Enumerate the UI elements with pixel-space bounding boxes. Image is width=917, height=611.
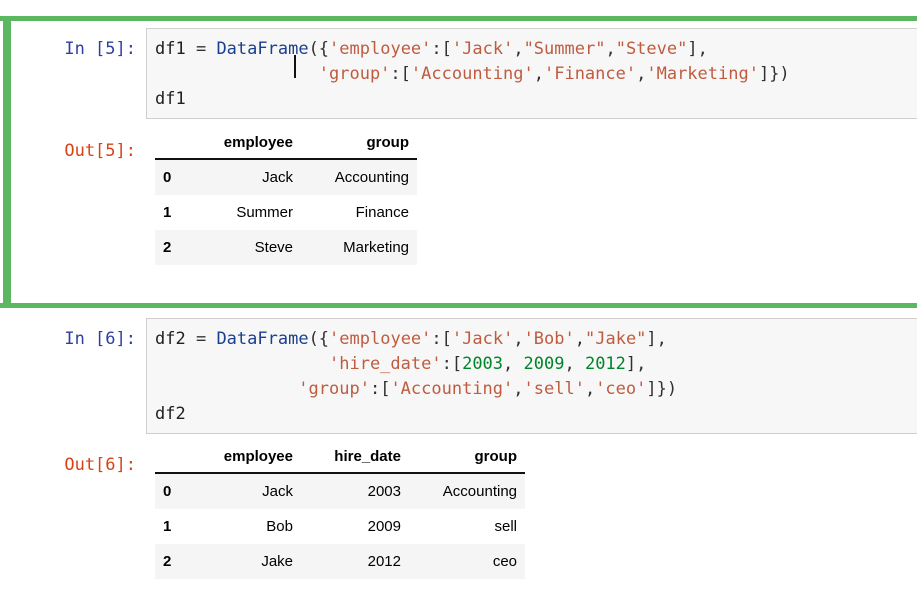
table-row: 0 Jack Accounting	[155, 159, 417, 195]
cell-employee: Bob	[266, 518, 293, 535]
cell-hire-date: 2009	[367, 518, 401, 535]
row-index: 0	[163, 483, 172, 500]
row-index: 1	[163, 518, 172, 535]
cell-hire-date: 2003	[367, 483, 401, 500]
table-header-row: employee group	[155, 130, 417, 160]
row-index: 1	[163, 204, 172, 221]
code-line-2: 'group':['Accounting','Finance','Marketi…	[318, 64, 790, 84]
column-header-group: group	[409, 444, 525, 474]
dataframe-head-1: employee group	[155, 130, 417, 160]
row-index: 2	[163, 239, 172, 256]
dataframe-table-1: employee group 0 Jack Accounting 1 Summe…	[155, 130, 417, 265]
column-header-hire-date: hire_date	[301, 444, 409, 474]
column-header-index	[155, 130, 193, 160]
column-header-employee: employee	[193, 444, 301, 474]
table-row: 1 Bob 2009 sell	[155, 509, 525, 544]
cell-group: Finance	[355, 204, 409, 221]
row-index: 0	[163, 169, 172, 186]
cell-group: sell	[494, 518, 517, 535]
column-header-index	[155, 444, 193, 474]
table-header-row: employee hire_date group	[155, 444, 525, 474]
cell-group: Accounting	[442, 483, 517, 500]
cell-employee: Steve	[254, 239, 293, 256]
input-prompt-cell-1: In [5]:	[64, 39, 136, 59]
code-editor-cell-1[interactable]: df1 = DataFrame({'employee':['Jack',"Sum…	[146, 28, 917, 119]
cell-group: Marketing	[343, 239, 409, 256]
code-line-3: df1	[155, 89, 186, 109]
cell-employee: Jack	[262, 483, 293, 500]
output-prompt-cell-2: Out[6]:	[64, 455, 136, 475]
dataframe-head-2: employee hire_date group	[155, 444, 525, 474]
code-line-1: df1 = DataFrame({'employee':['Jack',"Sum…	[155, 39, 708, 59]
cell-selected-bottom-border	[0, 303, 917, 308]
column-header-employee: employee	[193, 130, 301, 160]
cell-selected-left-bar	[3, 16, 11, 308]
table-row: 1 Summer Finance	[155, 195, 417, 230]
cell-employee: Summer	[236, 204, 293, 221]
table-row: 2 Jake 2012 ceo	[155, 544, 525, 579]
code-line-3: 'group':['Accounting','sell','ceo']})	[298, 379, 678, 399]
code-editor-cell-2[interactable]: df2 = DataFrame({'employee':['Jack','Bob…	[146, 318, 917, 434]
column-header-group: group	[301, 130, 417, 160]
notebook-canvas: In [5]: df1 = DataFrame({'employee':['Ja…	[0, 0, 917, 611]
output-prompt-cell-1: Out[5]:	[64, 141, 136, 161]
code-line-2: 'hire_date':[2003, 2009, 2012],	[329, 354, 647, 374]
code-line-1: df2 = DataFrame({'employee':['Jack','Bob…	[155, 329, 667, 349]
table-row: 0 Jack 2003 Accounting	[155, 473, 525, 509]
dataframe-table-2: employee hire_date group 0 Jack 2003 Acc…	[155, 444, 525, 579]
dataframe-body-2: 0 Jack 2003 Accounting 1 Bob 2009 sell 2…	[155, 473, 525, 579]
dataframe-body-1: 0 Jack Accounting 1 Summer Finance 2 Ste…	[155, 159, 417, 265]
dataframe-output-cell-2: employee hire_date group 0 Jack 2003 Acc…	[155, 444, 525, 579]
cell-group: Accounting	[334, 169, 409, 186]
cell-group: ceo	[492, 553, 517, 570]
cell-hire-date: 2012	[367, 553, 401, 570]
cell-employee: Jake	[261, 553, 293, 570]
row-index: 2	[163, 553, 172, 570]
cell-employee: Jack	[262, 169, 293, 186]
cell-selected-top-border	[0, 16, 917, 21]
text-cursor	[294, 55, 296, 78]
code-line-4: df2	[155, 404, 186, 424]
dataframe-output-cell-1: employee group 0 Jack Accounting 1 Summe…	[155, 130, 417, 265]
input-prompt-cell-2: In [6]:	[64, 329, 136, 349]
table-row: 2 Steve Marketing	[155, 230, 417, 265]
